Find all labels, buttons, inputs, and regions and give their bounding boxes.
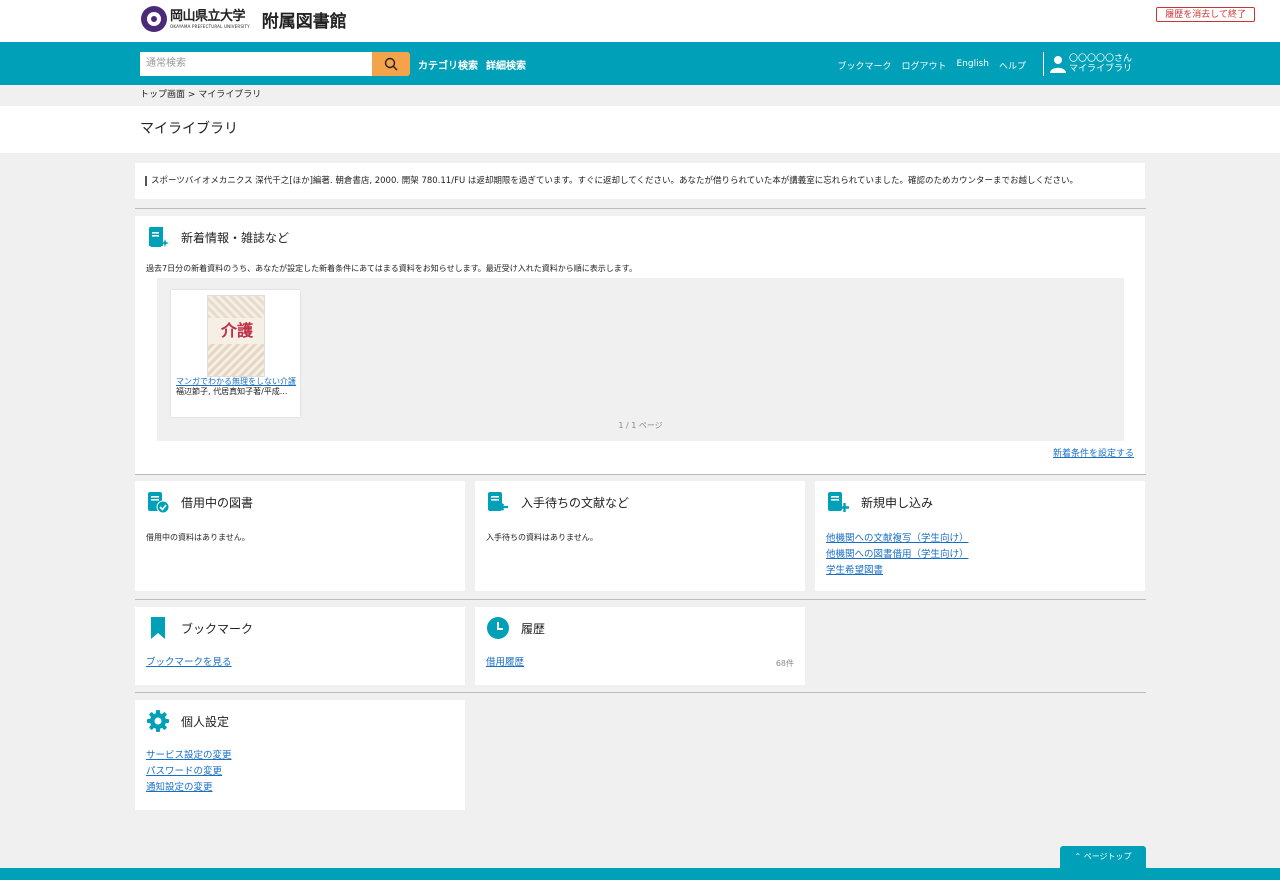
borrowing-history-link[interactable]: 借用履歴 bbox=[486, 655, 524, 671]
user-name: 〇〇〇〇〇さん bbox=[1069, 54, 1133, 64]
book-cover-image[interactable]: 介護 bbox=[207, 295, 265, 377]
history-title: 履歴 bbox=[521, 621, 546, 636]
footer-bar bbox=[0, 868, 1280, 880]
advanced-search-link[interactable]: 詳細検索 bbox=[486, 57, 526, 72]
page-top-button[interactable]: ⌃ ページトップ bbox=[1060, 846, 1146, 868]
personal-settings-section: 個人設定 サービス設定の変更 パスワードの変更 通知設定の変更 bbox=[135, 700, 465, 810]
bookmarks-section: ブックマーク ブックマークを見る bbox=[135, 607, 465, 685]
search-button[interactable] bbox=[372, 52, 410, 76]
top-header: 岡山県立大学 OKAYAMA PREFECTURAL UNIVERSITY 附属… bbox=[0, 0, 1280, 42]
nav-help-link[interactable]: ヘルプ bbox=[999, 59, 1026, 72]
new-arrivals-title: 新着情報・雑誌など bbox=[181, 230, 290, 245]
waiting-empty-message: 入手待ちの資料はありません。 bbox=[486, 533, 598, 542]
notice-text: スポーツバイオメカニクス 深代千之[ほか]編著. 朝倉書店, 2000. 開架 … bbox=[151, 176, 1079, 186]
new-arrivals-book-icon bbox=[149, 227, 169, 247]
library-name: 附属図書館 bbox=[261, 11, 347, 32]
section-divider bbox=[135, 474, 1146, 475]
user-menu[interactable]: 〇〇〇〇〇さん マイライブラリ bbox=[1043, 52, 1132, 76]
clear-history-logout-button[interactable]: 履歴を消去して終了 bbox=[1156, 7, 1255, 22]
book-card[interactable]: 介護 マンガでわかる無理をしない介護 福辺節子, 代居真知子著/平成... bbox=[171, 290, 300, 417]
waiting-title: 入手待ちの文献など bbox=[521, 495, 630, 510]
book-cover-text: 介護 bbox=[220, 321, 253, 340]
history-section: 履歴 借用履歴 68件 bbox=[475, 607, 805, 685]
borrowing-book-check-icon bbox=[148, 492, 169, 513]
section-divider bbox=[135, 208, 1146, 209]
service-settings-link[interactable]: サービス設定の変更 bbox=[146, 748, 232, 764]
bookmarks-title: ブックマーク bbox=[181, 621, 254, 636]
borrowing-title: 借用中の図書 bbox=[181, 495, 254, 510]
new-arrivals-section: 新着情報・雑誌など 過去7日分の新着資料のうち、あなたが設定した新着条件にあては… bbox=[135, 216, 1145, 474]
new-arrivals-description: 過去7日分の新着資料のうち、あなたが設定した新着条件にあてはまる資料をお知らせし… bbox=[146, 264, 638, 273]
new-request-section: 新規申し込み 他機関への文献複写（学生向け） 他機関への図書借用（学生向け） 学… bbox=[815, 481, 1145, 591]
waiting-book-arrow-icon bbox=[488, 492, 508, 511]
nav-logout-link[interactable]: ログアウト bbox=[901, 59, 946, 72]
category-search-link[interactable]: カテゴリ検索 bbox=[418, 57, 478, 72]
search-icon bbox=[384, 57, 398, 71]
gallery-pager: 1 / 1 ページ bbox=[618, 421, 663, 430]
set-new-arrival-conditions-link[interactable]: 新着条件を設定する bbox=[1053, 446, 1134, 459]
ill-loan-request-link[interactable]: 他機関への図書借用（学生向け） bbox=[826, 547, 969, 563]
section-divider bbox=[135, 692, 1146, 693]
nav-bookmark-link[interactable]: ブックマーク bbox=[837, 59, 891, 72]
borrowing-empty-message: 借用中の資料はありません。 bbox=[146, 533, 250, 542]
chevron-up-icon: ⌃ bbox=[1074, 852, 1082, 861]
page-top-label: ページトップ bbox=[1083, 852, 1132, 861]
new-arrivals-gallery: 介護 マンガでわかる無理をしない介護 福辺節子, 代居真知子著/平成... 1 … bbox=[157, 278, 1124, 441]
page-title: マイライブラリ bbox=[0, 106, 1280, 153]
history-count: 68件 bbox=[775, 659, 794, 668]
logo-university-en: OKAYAMA PREFECTURAL UNIVERSITY bbox=[170, 23, 250, 29]
nav-english-link[interactable]: English bbox=[956, 59, 989, 72]
password-change-link[interactable]: パスワードの変更 bbox=[146, 764, 232, 780]
main-navbar: 通常検索 カテゴリ検索 詳細検索 ブックマーク ログアウト English ヘル… bbox=[0, 42, 1280, 85]
clock-icon bbox=[487, 617, 509, 639]
student-book-request-link[interactable]: 学生希望図書 bbox=[826, 563, 969, 579]
notice-marker bbox=[145, 175, 147, 186]
ill-copy-request-link[interactable]: 他機関への文献複写（学生向け） bbox=[826, 531, 969, 547]
section-divider bbox=[135, 599, 1146, 600]
overdue-notice: スポーツバイオメカニクス 深代千之[ほか]編著. 朝倉書店, 2000. 開架 … bbox=[135, 163, 1145, 199]
book-author: 福辺節子, 代居真知子著/平成... bbox=[176, 387, 288, 396]
user-icon bbox=[1050, 56, 1066, 73]
notification-settings-link[interactable]: 通知設定の変更 bbox=[146, 780, 232, 796]
site-logo[interactable]: 岡山県立大学 OKAYAMA PREFECTURAL UNIVERSITY 附属… bbox=[141, 6, 347, 32]
search-input[interactable]: 通常検索 bbox=[140, 52, 373, 76]
personal-settings-title: 個人設定 bbox=[181, 714, 230, 729]
user-mylibrary-label: マイライブラリ bbox=[1069, 64, 1133, 74]
logo-university-name: 岡山県立大学 bbox=[170, 8, 246, 24]
bookmark-icon bbox=[151, 617, 165, 639]
new-request-title: 新規申し込み bbox=[861, 495, 934, 510]
waiting-section: 入手待ちの文献など 入手待ちの資料はありません。 bbox=[475, 481, 805, 591]
gear-icon bbox=[147, 710, 169, 732]
university-logo-icon bbox=[141, 6, 167, 32]
new-request-book-plus-icon bbox=[828, 492, 849, 512]
view-bookmarks-link[interactable]: ブックマークを見る bbox=[146, 655, 232, 671]
breadcrumb: トップ画面 > マイライブラリ bbox=[0, 85, 1280, 106]
borrowing-section: 借用中の図書 借用中の資料はありません。 bbox=[135, 481, 465, 591]
